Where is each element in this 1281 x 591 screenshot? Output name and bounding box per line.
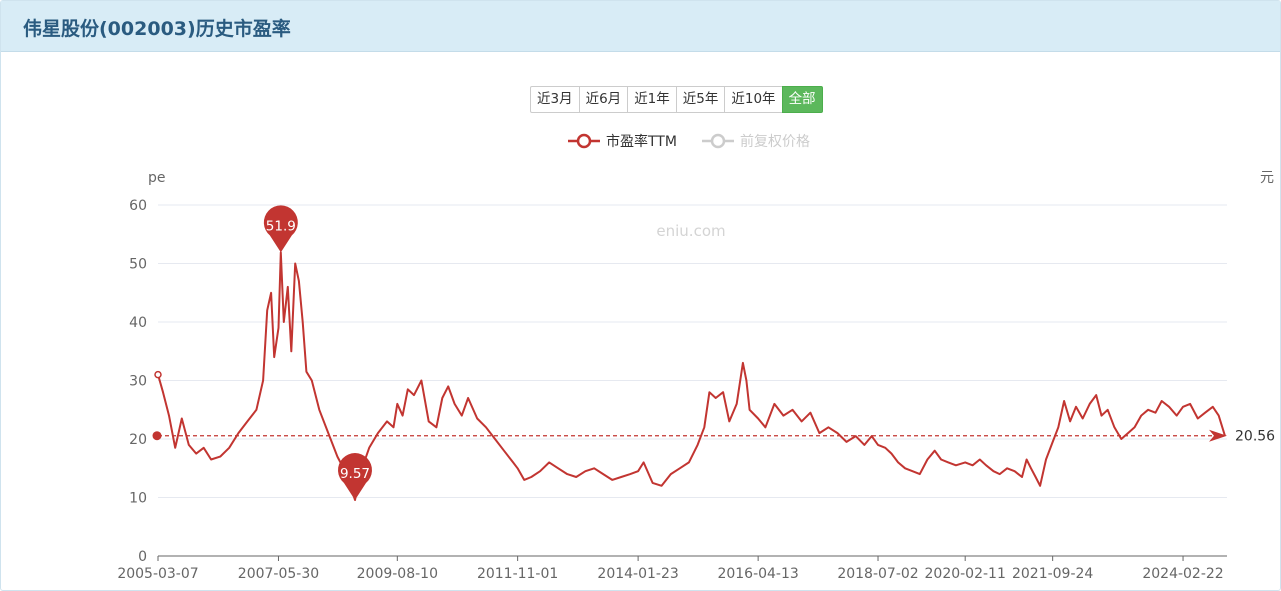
y-tick-label: 10 (129, 491, 147, 507)
x-tick-label: 2016-04-13 (717, 566, 798, 582)
min-marker-label: 9.57 (340, 466, 370, 482)
right-axis-name: 元 (1260, 170, 1274, 186)
y-tick-label: 60 (129, 198, 147, 214)
legend-item-pe[interactable]: 市盈率TTM (568, 133, 677, 150)
x-tick-label: 2018-07-02 (837, 566, 918, 582)
x-tick-label: 2021-09-24 (1012, 566, 1093, 582)
legend-label-pe: 市盈率TTM (606, 133, 677, 150)
y-tick-label: 40 (129, 315, 147, 331)
marker-layer: 51.9 9.57 (263, 205, 372, 501)
max-marker-label: 51.9 (266, 218, 296, 234)
axis-layer: 0 10 20 30 40 50 60 2005-03-07 2007-05-30 2009-08… (117, 198, 1227, 582)
x-tick-label: 2007-05-30 (238, 566, 319, 582)
pe-series-start-point (154, 370, 162, 379)
chart-panel: 伟星股份(002003)历史市盈率 近3月 近6月 近1年 近5年 近10年 全… (0, 0, 1281, 591)
x-tick-label: 2005-03-07 (117, 566, 198, 582)
pe-series-line (157, 251, 1226, 501)
watermark: eniu.com (656, 222, 725, 240)
x-tick-label: 2011-11-01 (477, 566, 558, 582)
pe-chart: 市盈率TTM 前复权价格 pe 元 eniu.com 0 10 20 30 40 50 60… (117, 133, 1275, 582)
y-tick-label: 0 (138, 549, 147, 565)
y-tick-label: 20 (129, 432, 147, 448)
x-tick-label: 2024-02-22 (1142, 566, 1223, 582)
reference-start-dot (152, 431, 162, 441)
reference-label: 20.56 (1235, 429, 1275, 445)
legend-label-price: 前复权价格 (740, 133, 810, 150)
x-tick-label: 2020-02-11 (925, 566, 1006, 582)
y-tick-label: 30 (129, 374, 147, 390)
left-axis-name: pe (148, 170, 166, 186)
legend-item-price[interactable]: 前复权价格 (702, 133, 810, 150)
x-tick-label: 2009-08-10 (357, 566, 438, 582)
x-tick-label: 2014-01-23 (597, 566, 678, 582)
legend: 市盈率TTM 前复权价格 (568, 133, 810, 150)
y-tick-label: 50 (129, 257, 147, 273)
series-layer (154, 251, 1226, 501)
reference-layer: 20.56 (152, 429, 1275, 445)
